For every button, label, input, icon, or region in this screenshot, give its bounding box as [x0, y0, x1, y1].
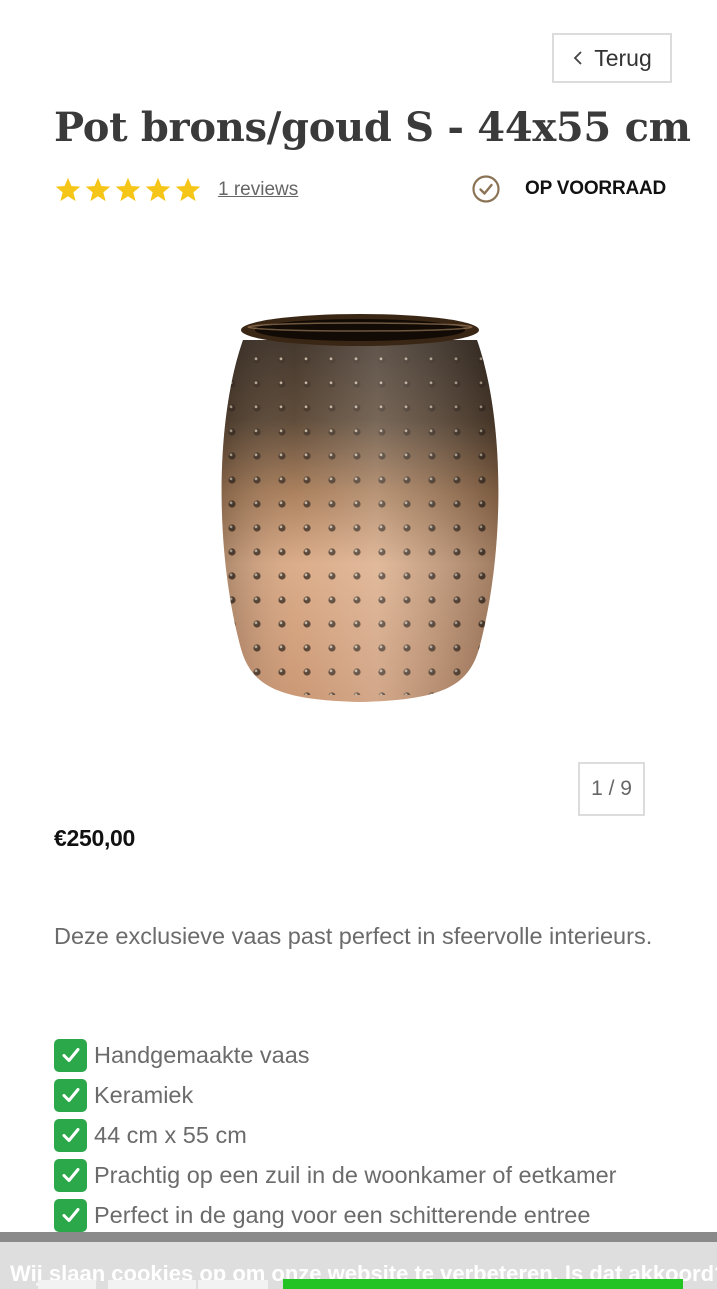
cookie-accept-button[interactable] [283, 1279, 683, 1289]
product-title: Pot brons/goud S - 44x55 cm [54, 104, 691, 151]
stock-label: OP VOORRAAD [525, 178, 667, 199]
product-price: €250,00 [54, 825, 136, 851]
feature-label: Handgemaakte vaas [94, 1041, 310, 1068]
product-image[interactable] [195, 300, 525, 720]
product-rating: 1 reviews [54, 176, 298, 204]
feature-item: Perfect in de gang voor een schitterende… [54, 1195, 617, 1235]
feature-label: Perfect in de gang voor een schitterende… [94, 1201, 591, 1228]
star-icon [145, 177, 171, 202]
chevron-left-icon [573, 51, 582, 65]
check-box-icon [54, 1198, 87, 1232]
feature-item: Keramiek [54, 1075, 617, 1115]
cookie-banner-border [0, 1232, 717, 1242]
cookie-more-button[interactable] [198, 1280, 268, 1289]
feature-item: Handgemaakte vaas [54, 1035, 617, 1075]
cookie-settings-button[interactable] [108, 1280, 196, 1289]
feature-item: 44 cm x 55 cm [54, 1115, 617, 1155]
check-box-icon [54, 1118, 87, 1152]
check-box-icon [54, 1038, 87, 1072]
reviews-link[interactable]: 1 reviews [218, 179, 298, 201]
star-icon [175, 177, 201, 202]
cookie-decline-button[interactable] [38, 1280, 96, 1289]
star-icon [115, 177, 141, 202]
product-description: Deze exclusieve vaas past perfect in sfe… [54, 923, 653, 949]
feature-label: Keramiek [94, 1081, 194, 1108]
feature-item: Prachtig op een zuil in de woonkamer of … [54, 1155, 617, 1195]
image-counter: 1 / 9 [578, 762, 645, 816]
rating-stars [54, 176, 202, 204]
check-box-icon [54, 1078, 87, 1112]
feature-label: 44 cm x 55 cm [94, 1121, 247, 1148]
check-circle-icon [472, 175, 500, 203]
back-button-label: Terug [594, 44, 652, 71]
stock-status: OP VOORRAAD [471, 174, 666, 204]
star-icon [55, 177, 81, 202]
check-box-icon [54, 1158, 87, 1192]
back-button[interactable]: Terug [552, 33, 672, 83]
star-icon [85, 177, 111, 202]
feature-label: Prachtig op een zuil in de woonkamer of … [94, 1161, 617, 1188]
feature-list: Handgemaakte vaas Keramiek 44 cm x 55 cm… [54, 1035, 617, 1235]
